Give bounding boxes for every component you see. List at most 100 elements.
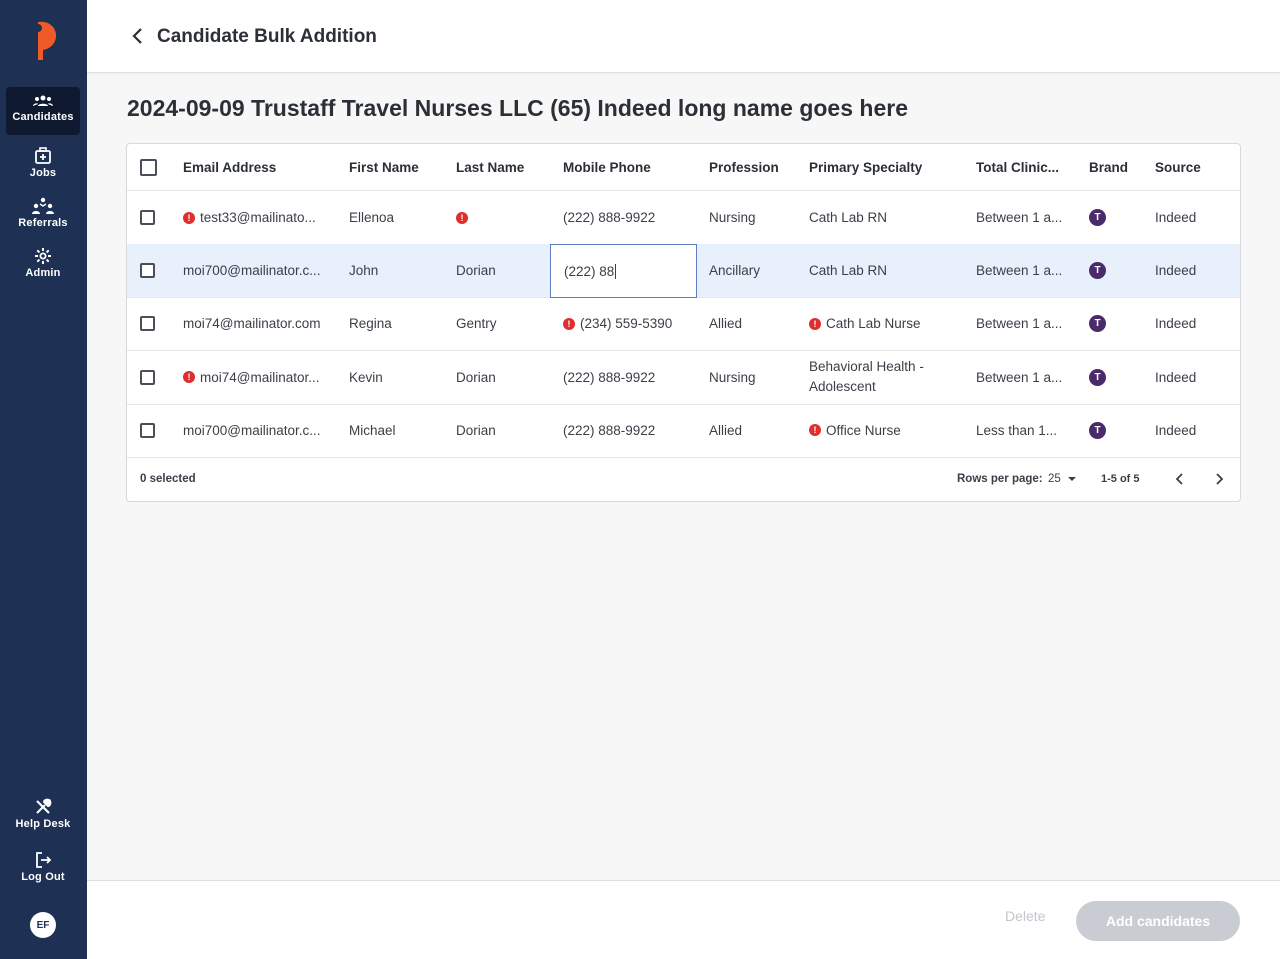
cell-last[interactable]: Dorian xyxy=(456,404,556,457)
cell-text: Ellenoa xyxy=(349,210,395,225)
cell-clinical[interactable]: Between 1 a... xyxy=(976,297,1081,350)
row-checkbox[interactable] xyxy=(140,422,155,438)
rows-per-page-select[interactable]: 25 xyxy=(1048,470,1077,488)
cell-specialty[interactable]: Behavioral Health - Adolescent xyxy=(809,351,969,404)
row-checkbox[interactable] xyxy=(140,316,155,332)
table-header-row: Email Address First Name Last Name Mobil… xyxy=(127,144,1240,191)
sidebar-item-label: Jobs xyxy=(29,167,57,179)
cell-brand[interactable]: T xyxy=(1089,404,1129,457)
sidebar-item-help-desk[interactable]: Help Desk xyxy=(6,792,80,840)
sidebar-item-candidates[interactable]: Candidates xyxy=(6,87,80,135)
row-checkbox[interactable] xyxy=(140,210,155,225)
cell-email[interactable]: ! test33@mailinato... xyxy=(183,191,333,244)
cell-brand[interactable]: T xyxy=(1089,297,1129,350)
app-logo[interactable] xyxy=(29,18,59,62)
column-header-last-name[interactable]: Last Name xyxy=(456,144,524,190)
cell-phone[interactable]: (222) 888-9922 xyxy=(563,404,703,457)
cell-text: Between 1 a... xyxy=(976,210,1063,225)
cell-clinical[interactable]: Between 1 a... xyxy=(976,351,1081,404)
header-title: Candidate Bulk Addition xyxy=(157,26,377,47)
back-button[interactable] xyxy=(125,24,149,48)
cell-clinical[interactable]: Between 1 a... xyxy=(976,244,1081,297)
table-row[interactable]: ! test33@mailinato... Ellenoa! (222) 888-99… xyxy=(127,191,1240,245)
sidebar-item-referrals[interactable]: Referrals xyxy=(6,191,80,239)
add-candidates-button[interactable]: Add candidates xyxy=(1076,901,1240,941)
cell-brand[interactable]: T xyxy=(1089,351,1129,404)
cell-clinical[interactable]: Less than 1... xyxy=(976,404,1081,457)
selected-count: 0 selected xyxy=(140,473,196,485)
avatar[interactable]: EF xyxy=(30,912,56,938)
table-row[interactable]: moi74@mailinator.com Regina Gentry! (234) 5… xyxy=(127,297,1240,352)
table-row[interactable]: moi700@mailinator.c... Michael Dorian (222)… xyxy=(127,404,1240,458)
column-header-mobile-phone[interactable]: Mobile Phone xyxy=(563,144,651,190)
cell-first[interactable]: Ellenoa xyxy=(349,191,449,244)
cell-profession[interactable]: Allied xyxy=(709,297,804,350)
cell-clinical[interactable]: Between 1 a... xyxy=(976,191,1081,244)
table-row[interactable]: moi700@mailinator.c... John Dorian (222) 88… xyxy=(127,244,1240,299)
cell-profession[interactable]: Nursing xyxy=(709,191,804,244)
cell-text: moi74@mailinator.com xyxy=(183,316,321,332)
table-row[interactable]: ! moi74@mailinator... Kevin Dorian (222) 888… xyxy=(127,351,1240,405)
cell-phone[interactable]: (222) 888-9922 xyxy=(563,351,703,404)
cell-text: (222) 888-9922 xyxy=(563,422,656,438)
column-header-primary-specialty[interactable]: Primary Specialty xyxy=(809,144,922,190)
column-header-total-clinical[interactable]: Total Clinic... xyxy=(976,144,1059,190)
column-header-email[interactable]: Email Address xyxy=(183,144,276,190)
phone-edit-input[interactable]: (222) 88 xyxy=(550,244,697,299)
column-header-brand[interactable]: Brand xyxy=(1089,144,1128,190)
next-page-button[interactable] xyxy=(1209,469,1229,489)
cell-email[interactable]: ! moi74@mailinator... xyxy=(183,351,333,404)
cell-profession[interactable]: Ancillary xyxy=(709,244,804,297)
cell-email[interactable]: moi700@mailinator.c... xyxy=(183,404,333,457)
sidebar-item-label: Log Out xyxy=(21,871,65,883)
cell-email[interactable]: moi700@mailinator.c... xyxy=(183,244,333,297)
cell-profession[interactable]: Allied xyxy=(709,404,804,457)
error-icon: ! xyxy=(563,317,575,330)
cell-text: Allied xyxy=(709,316,743,332)
row-checkbox[interactable] xyxy=(140,369,155,385)
cell-first[interactable]: Regina xyxy=(349,297,449,350)
cell-source[interactable]: Indeed xyxy=(1155,404,1235,457)
cell-text: Between 1 a... xyxy=(976,263,1063,279)
cell-text: Allied xyxy=(709,422,743,438)
sidebar-item-admin[interactable]: Admin xyxy=(6,241,80,289)
cell-text: Indeed xyxy=(1155,263,1197,279)
cell-first[interactable]: Michael xyxy=(349,404,449,457)
error-icon: ! xyxy=(456,211,468,224)
cell-source[interactable]: Indeed xyxy=(1155,297,1235,350)
row-select-cell xyxy=(140,404,155,457)
previous-page-button[interactable] xyxy=(1170,469,1190,489)
cell-brand[interactable]: T xyxy=(1089,191,1129,244)
cell-last[interactable]: Gentry xyxy=(456,297,556,350)
cell-text: Ancillary xyxy=(709,263,761,279)
delete-button[interactable]: Delete xyxy=(1005,908,1045,924)
cell-brand[interactable]: T xyxy=(1089,244,1129,297)
cell-first[interactable]: Kevin xyxy=(349,351,449,404)
cell-specialty[interactable]: ! Office Nurse xyxy=(809,404,969,457)
column-header-profession[interactable]: Profession xyxy=(709,144,779,190)
cell-specialty[interactable]: Cath Lab RN xyxy=(809,191,969,244)
cell-text: Dorian xyxy=(456,369,496,385)
column-header-first-name[interactable]: First Name xyxy=(349,144,419,190)
cell-source[interactable]: Indeed xyxy=(1155,351,1235,404)
select-all-checkbox[interactable] xyxy=(140,158,157,176)
sidebar-item-log-out[interactable]: Log Out xyxy=(6,845,80,893)
cell-last[interactable]: ! xyxy=(456,191,556,244)
cell-text: Dorian xyxy=(456,263,496,279)
cell-last[interactable]: Dorian xyxy=(456,244,556,297)
cell-source[interactable]: Indeed xyxy=(1155,244,1235,297)
cell-source[interactable]: Indeed xyxy=(1155,191,1235,244)
sidebar-item-label: Help Desk xyxy=(15,818,71,830)
row-checkbox[interactable] xyxy=(140,263,155,279)
cell-last[interactable]: Dorian xyxy=(456,351,556,404)
phone-edit-value: (222) 88 xyxy=(564,263,615,279)
cell-phone[interactable]: (222) 888-9922 xyxy=(563,191,703,244)
sidebar-item-jobs[interactable]: Jobs xyxy=(6,141,80,189)
cell-first[interactable]: John xyxy=(349,244,449,297)
cell-phone[interactable]: ! (234) 559-5390 xyxy=(563,297,703,350)
column-header-source[interactable]: Source xyxy=(1155,144,1201,190)
cell-specialty[interactable]: ! Cath Lab Nurse xyxy=(809,297,969,350)
cell-email[interactable]: moi74@mailinator.com xyxy=(183,297,333,350)
cell-profession[interactable]: Nursing xyxy=(709,351,804,404)
cell-specialty[interactable]: Cath Lab RN xyxy=(809,244,969,297)
